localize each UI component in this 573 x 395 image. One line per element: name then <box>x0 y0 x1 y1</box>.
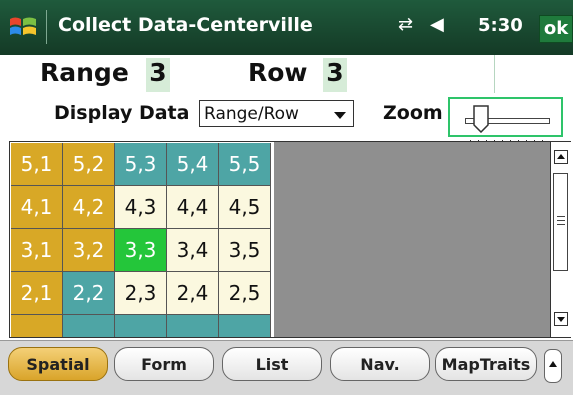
row-value: 3 <box>323 58 347 92</box>
clock[interactable]: 5:30 <box>478 15 523 36</box>
range-label: Range <box>40 58 129 87</box>
grid-cell[interactable]: 3,3 <box>115 229 167 272</box>
grid-cell[interactable]: 5,5 <box>219 143 271 186</box>
grid-cell[interactable]: 2,1 <box>11 272 63 315</box>
grid-cell[interactable]: 4,3 <box>115 186 167 229</box>
zoom-label: Zoom <box>383 102 443 124</box>
grid-cell[interactable]: 2,3 <box>115 272 167 315</box>
tab-bar: Spatial Form List Nav. MapTraits <box>0 340 573 395</box>
grid-cell[interactable] <box>63 315 115 337</box>
grid-cell[interactable]: 3,5 <box>219 229 271 272</box>
grid-cell[interactable]: 4,5 <box>219 186 271 229</box>
app-title: Collect Data-Centerville <box>58 14 313 36</box>
grid-cell[interactable]: 2,4 <box>167 272 219 315</box>
spatial-grid: 5,1 5,2 5,3 5,4 5,5 4,1 4,2 4,3 4,4 4,5 3,1 3,2 3,3 3… <box>9 141 571 338</box>
grid-cell[interactable] <box>167 315 219 337</box>
row-label: Row <box>248 58 308 87</box>
grid-cell[interactable] <box>115 315 167 337</box>
dropdown-arrow-icon[interactable] <box>334 112 346 119</box>
display-data-value: Range/Row <box>204 104 299 124</box>
scroll-up-icon[interactable] <box>554 150 568 164</box>
connectivity-arrows-icon[interactable]: ⇄ <box>398 14 413 35</box>
grid-cell[interactable]: 5,3 <box>115 143 167 186</box>
grid-cell[interactable]: 3,2 <box>63 229 115 272</box>
tab-scroll-up-icon[interactable] <box>545 350 561 382</box>
grid-cell[interactable] <box>11 315 63 337</box>
tab-list[interactable]: List <box>222 347 322 381</box>
title-separator <box>46 10 47 44</box>
tab-maptraits[interactable]: MapTraits <box>435 347 537 381</box>
range-value: 3 <box>146 58 170 92</box>
empty-map-area <box>274 142 562 337</box>
display-data-select[interactable]: Range/Row <box>199 100 354 127</box>
tab-nav[interactable]: Nav. <box>330 347 430 381</box>
title-bar: Collect Data-Centerville ⇄ ◀ 5:30 ok <box>0 0 573 55</box>
grid-cell[interactable]: 4,1 <box>11 186 63 229</box>
grid-cell[interactable]: 3,1 <box>11 229 63 272</box>
grid-cell[interactable]: 4,2 <box>63 186 115 229</box>
zoom-slider[interactable] <box>448 97 563 144</box>
scroll-thumb[interactable] <box>553 173 568 271</box>
grid-cell[interactable]: 5,2 <box>63 143 115 186</box>
display-data-label: Display Data <box>54 102 190 124</box>
tab-spatial[interactable]: Spatial <box>8 347 108 381</box>
grid-cell[interactable]: 3,4 <box>167 229 219 272</box>
header-divider <box>494 55 495 93</box>
speaker-icon[interactable]: ◀ <box>430 14 444 35</box>
grid-cell[interactable] <box>219 315 271 337</box>
ok-button[interactable]: ok <box>539 15 573 43</box>
grid-cell[interactable]: 2,5 <box>219 272 271 315</box>
grid-cell[interactable]: 2,2 <box>63 272 115 315</box>
tab-scroll-button[interactable] <box>544 349 562 383</box>
grid-cell[interactable]: 5,4 <box>167 143 219 186</box>
vertical-scrollbar[interactable] <box>550 142 571 337</box>
grid-cell[interactable]: 5,1 <box>11 143 63 186</box>
windows-flag-icon[interactable] <box>8 13 38 41</box>
scroll-down-icon[interactable] <box>554 312 568 326</box>
grid-cell[interactable]: 4,4 <box>167 186 219 229</box>
zoom-slider-thumb[interactable] <box>473 105 490 133</box>
tab-form[interactable]: Form <box>114 347 214 381</box>
